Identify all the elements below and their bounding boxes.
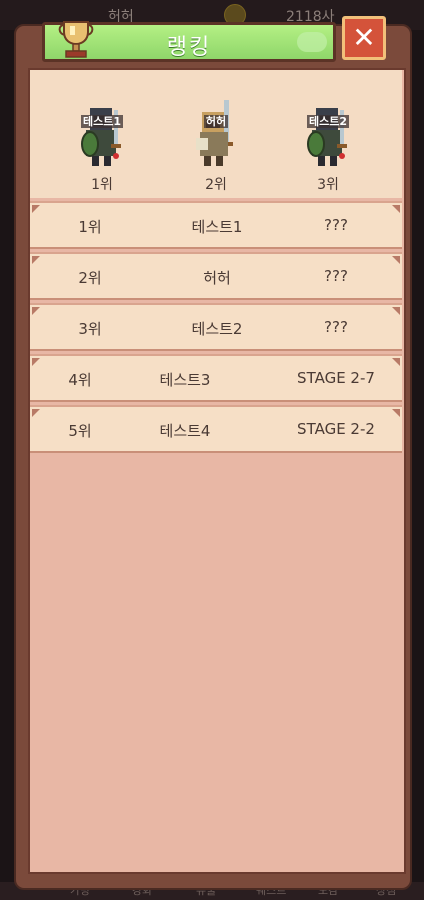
corner-ornament xyxy=(32,409,40,417)
podium-third[interactable]: 테스트2 3위 xyxy=(278,70,378,198)
trophy-icon xyxy=(58,21,94,58)
ranking-row[interactable]: 3위 테스트2 ??? xyxy=(30,303,402,351)
corner-ornament xyxy=(32,358,40,366)
ranking-row[interactable]: 1위 테스트1 ??? xyxy=(30,201,402,249)
corner-ornament xyxy=(32,205,40,213)
corner-ornament xyxy=(392,307,400,315)
podium-first[interactable]: 테스트1 1위 xyxy=(52,70,152,198)
row-rank: 2위 xyxy=(78,269,102,287)
ranking-row[interactable]: 5위 테스트4 STAGE 2-2 xyxy=(30,405,402,453)
podium-rank: 2위 xyxy=(205,177,227,193)
row-stage: ??? xyxy=(324,318,348,336)
corner-ornament xyxy=(392,409,400,417)
corner-ornament xyxy=(392,256,400,264)
cloud-decoration xyxy=(297,32,327,52)
podium-rank: 3위 xyxy=(317,177,339,193)
podium: 테스트1 1위 허허 2위 테스트2 3위 xyxy=(30,70,402,198)
corner-ornament xyxy=(32,307,40,315)
row-stage: STAGE 2-7 xyxy=(297,369,375,387)
corner-ornament xyxy=(392,358,400,366)
row-name: 테스트3 xyxy=(159,371,211,389)
podium-name: 허허 xyxy=(203,115,229,128)
row-stage: ??? xyxy=(324,216,348,234)
podium-name: 테스트2 xyxy=(306,115,349,128)
row-rank: 3위 xyxy=(78,320,102,338)
corner-ornament xyxy=(392,205,400,213)
ranking-row[interactable]: 4위 테스트3 STAGE 2-7 xyxy=(30,354,402,402)
ranking-row[interactable]: 2위 허허 ??? xyxy=(30,252,402,300)
podium-second[interactable]: 허허 2위 xyxy=(166,70,266,198)
close-button[interactable]: ✕ xyxy=(342,16,386,60)
row-stage: ??? xyxy=(324,267,348,285)
row-rank: 1위 xyxy=(78,218,102,236)
row-stage: STAGE 2-2 xyxy=(297,420,375,438)
podium-rank: 1위 xyxy=(91,177,113,193)
close-icon: ✕ xyxy=(352,21,376,54)
podium-name: 테스트1 xyxy=(80,115,123,128)
corner-ornament xyxy=(32,256,40,264)
row-name: 테스트4 xyxy=(159,422,211,440)
